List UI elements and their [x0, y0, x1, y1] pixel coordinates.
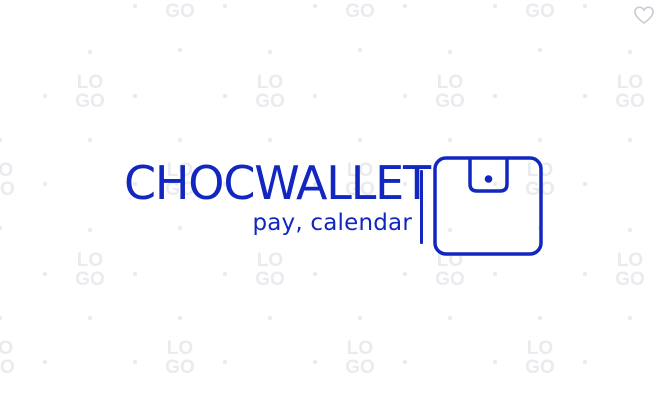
heart-icon[interactable]	[633, 4, 655, 26]
wallet-icon	[433, 156, 543, 256]
brand-logo: CHOCWALLET pay, calendar	[0, 0, 655, 402]
logo-canvas: LOGOLOGOLOGOLOGOLOGOLOGOLOGOLOGOLOGOLOGO…	[0, 0, 655, 402]
brand-name: CHOCWALLET	[124, 156, 431, 210]
brand-tagline: pay, calendar	[252, 210, 412, 236]
logo-divider	[420, 170, 423, 244]
